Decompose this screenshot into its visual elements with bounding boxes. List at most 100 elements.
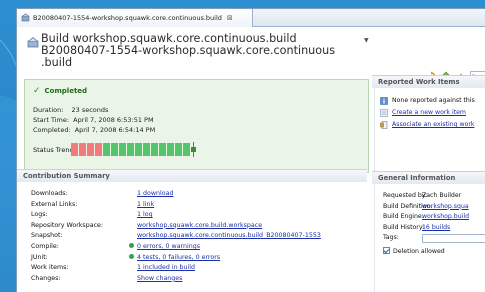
start-time-label: Start Time: bbox=[33, 116, 70, 124]
general-information-table: Requested by: Zach Builder Build Definit… bbox=[383, 191, 485, 258]
rwi-none-reported-text: None reported against this bbox=[392, 97, 475, 104]
row-label: Build History: bbox=[383, 223, 425, 231]
tags-input[interactable] bbox=[422, 234, 485, 244]
trend-bar-passed[interactable] bbox=[135, 143, 142, 156]
rwi-create-new[interactable]: Create a new work item bbox=[380, 107, 485, 119]
editor-tab-label: B20080407-1554-workshop.squawk.core.cont… bbox=[33, 14, 222, 22]
table-row: Build Engine: workshop.build bbox=[383, 212, 485, 223]
completed-time-label: Completed: bbox=[33, 126, 71, 134]
trend-bar-passed[interactable] bbox=[103, 143, 110, 156]
work-items-link[interactable]: 1 included in build bbox=[137, 263, 195, 274]
table-row: Build Definition: workshop.squa bbox=[383, 202, 485, 213]
compile-value: 0 errors, 0 warnings bbox=[129, 242, 200, 253]
trend-bar-passed[interactable] bbox=[119, 143, 126, 156]
editor-tab-strip: B20080407-1554-workshop.squawk.core.cont… bbox=[17, 9, 485, 27]
trend-bar-failed[interactable] bbox=[95, 143, 102, 156]
junit-value: 4 tests, 0 failures, 0 errors bbox=[129, 253, 220, 264]
associate-work-item-link[interactable]: Associate an existing work bbox=[392, 121, 475, 128]
editor-tab[interactable]: B20080407-1554-workshop.squawk.core.cont… bbox=[17, 9, 253, 27]
row-label: External Links: bbox=[31, 200, 78, 208]
trend-bar-passed[interactable] bbox=[175, 143, 182, 156]
build-history-link[interactable]: 16 builds bbox=[422, 223, 450, 234]
trend-bar-failed[interactable] bbox=[71, 143, 78, 156]
editor-header: Build workshop.squawk.core.continuous.bu… bbox=[17, 27, 485, 83]
start-time-row: Start Time: April 7, 2008 6:53:51 PM bbox=[33, 116, 154, 124]
trend-bar-passed[interactable] bbox=[111, 143, 118, 156]
row-label: Compile: bbox=[31, 242, 59, 250]
duration-value: 23 seconds bbox=[71, 106, 109, 114]
repository-workspace-link[interactable]: workshop.squawk.core.build.workspace bbox=[137, 221, 262, 232]
build-result-editor: B20080407-1554-workshop.squawk.core.cont… bbox=[16, 8, 485, 292]
trend-bar-passed[interactable] bbox=[159, 143, 166, 156]
row-label: Logs: bbox=[31, 211, 48, 219]
trend-bar-passed[interactable] bbox=[143, 143, 150, 156]
rwi-associate-existing[interactable]: Associate an existing work bbox=[380, 119, 485, 131]
deletion-allowed-checkbox[interactable]: Deletion allowed bbox=[383, 246, 485, 258]
rwi-none-reported: None reported against this bbox=[380, 95, 485, 107]
downloads-link[interactable]: 1 download bbox=[137, 189, 173, 200]
close-tab-icon[interactable]: ⊠ bbox=[227, 14, 233, 22]
ok-status-icon bbox=[129, 253, 134, 259]
junit-link[interactable]: 4 tests, 0 failures, 0 errors bbox=[137, 254, 220, 261]
table-row: Logs: 1 log bbox=[31, 210, 371, 221]
table-row: Downloads: 1 download bbox=[31, 189, 371, 200]
row-label: Requested by: bbox=[383, 192, 428, 199]
trend-bar-passed[interactable] bbox=[183, 143, 190, 156]
row-label: JUnit: bbox=[31, 253, 48, 261]
snapshot-link[interactable]: workshop.squawk.core.continuous.build_B2… bbox=[137, 231, 321, 242]
ok-status-icon bbox=[129, 242, 134, 248]
completed-time-row: Completed: April 7, 2008 6:54:14 PM bbox=[33, 126, 155, 134]
trend-bar-failed[interactable] bbox=[87, 143, 94, 156]
completed-time-value: April 7, 2008 6:54:14 PM bbox=[74, 126, 156, 134]
checkbox-checked-icon[interactable] bbox=[383, 246, 390, 254]
row-label: Downloads: bbox=[31, 190, 68, 197]
table-row: Changes: Show changes bbox=[31, 274, 371, 285]
title-line-2: B20080407-1554-workshop.squawk.core.cont… bbox=[41, 44, 336, 57]
trend-bar-passed[interactable] bbox=[151, 143, 158, 156]
contribution-summary-table: Downloads: 1 download External Links: 1 … bbox=[31, 189, 371, 284]
table-row: Compile: 0 errors, 0 warnings bbox=[31, 242, 371, 253]
title-line-3: .build bbox=[41, 56, 73, 69]
show-changes-link[interactable]: Show changes bbox=[137, 274, 182, 285]
title-dropdown-icon[interactable]: ▼ bbox=[364, 37, 369, 44]
row-label: Repository Workspace: bbox=[31, 221, 104, 229]
build-result-icon bbox=[21, 12, 30, 24]
row-label: Snapshot: bbox=[31, 232, 63, 240]
build-engine-link[interactable]: workshop.build bbox=[422, 212, 469, 223]
build-icon bbox=[27, 36, 39, 50]
compile-link[interactable]: 0 errors, 0 warnings bbox=[137, 243, 200, 250]
table-row: JUnit: 4 tests, 0 failures, 0 errors bbox=[31, 253, 371, 264]
deletion-allowed-label: Deletion allowed bbox=[393, 247, 445, 255]
reported-work-items-list: None reported against this Create a new … bbox=[380, 95, 485, 131]
start-time-value: April 7, 2008 6:53:51 PM bbox=[73, 116, 154, 124]
external-links-link[interactable]: 1 link bbox=[137, 200, 154, 211]
status-heading: ✓ Completed bbox=[33, 86, 87, 96]
status-trend-label: Status Trend: bbox=[33, 146, 76, 154]
create-work-item-link[interactable]: Create a new work item bbox=[392, 109, 466, 116]
reported-work-items-heading: Reported Work Items bbox=[372, 75, 485, 88]
table-row: Requested by: Zach Builder bbox=[383, 191, 485, 202]
build-definition-link[interactable]: workshop.squa bbox=[422, 202, 469, 213]
tags-label: Tags: bbox=[383, 234, 399, 242]
trend-current-build-marker bbox=[191, 142, 196, 157]
trend-bar-failed[interactable] bbox=[79, 143, 86, 156]
table-row: Snapshot: workshop.squawk.core.continuou… bbox=[31, 231, 371, 242]
duration-row: Duration: 23 seconds bbox=[33, 106, 108, 114]
table-row: External Links: 1 link bbox=[31, 200, 371, 211]
build-status-panel: ✓ Completed Duration: 23 seconds Start T… bbox=[24, 79, 369, 173]
new-work-item-icon bbox=[380, 109, 388, 117]
table-row: Tags: bbox=[383, 233, 485, 244]
contribution-summary-heading: Contribution Summary bbox=[17, 169, 367, 182]
info-icon bbox=[380, 97, 388, 105]
duration-label: Duration: bbox=[33, 106, 64, 114]
general-information-heading: General Information bbox=[372, 171, 485, 184]
trend-bar-passed[interactable] bbox=[167, 143, 174, 156]
requested-by-value: Zach Builder bbox=[422, 192, 462, 199]
trend-bar-passed[interactable] bbox=[127, 143, 134, 156]
logs-link[interactable]: 1 log bbox=[137, 210, 153, 221]
row-label: Build Engine: bbox=[383, 213, 424, 221]
check-icon: ✓ bbox=[33, 86, 41, 96]
table-row: Build History: 16 builds bbox=[383, 223, 485, 234]
row-label: Changes: bbox=[31, 274, 61, 282]
table-row: Repository Workspace: workshop.squawk.co… bbox=[31, 221, 371, 232]
